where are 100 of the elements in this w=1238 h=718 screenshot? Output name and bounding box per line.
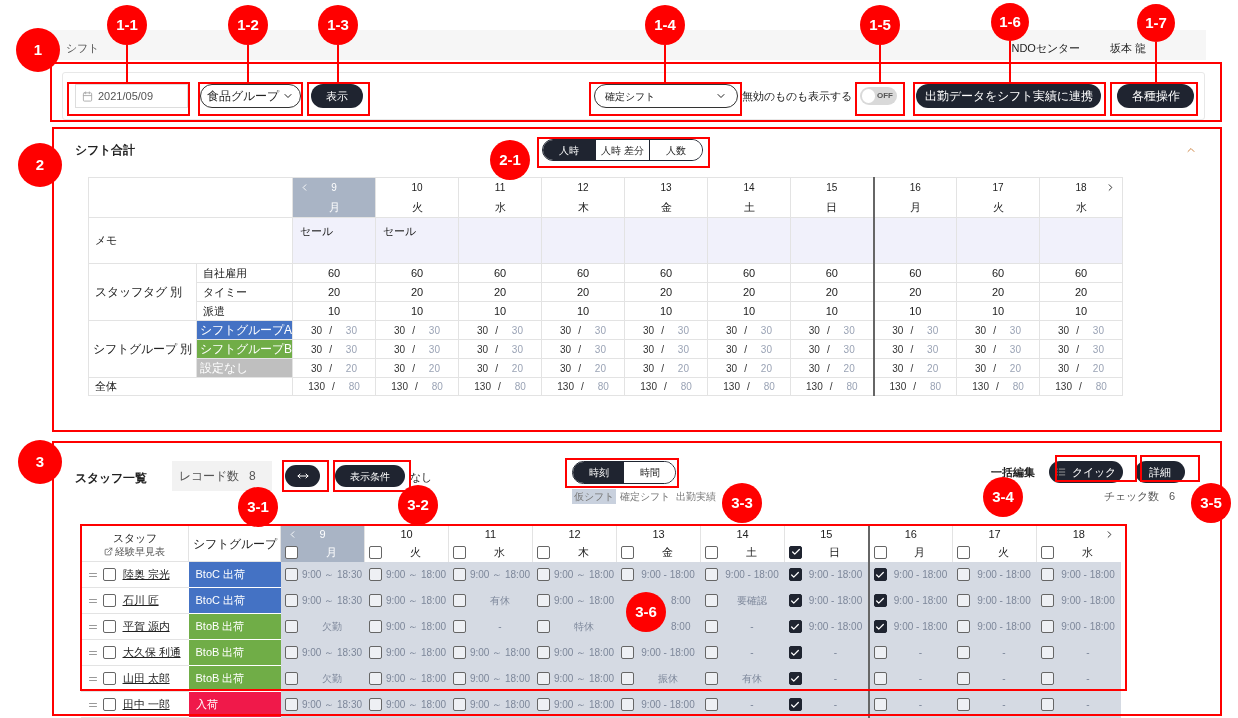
- checkbox[interactable]: [284, 698, 298, 711]
- checkbox[interactable]: [453, 545, 466, 559]
- checkbox[interactable]: [285, 545, 298, 559]
- checkbox[interactable]: [621, 545, 634, 559]
- checkbox[interactable]: [956, 672, 970, 685]
- table-cell-text: 30 / 30: [559, 342, 607, 357]
- checkbox[interactable]: [452, 646, 466, 659]
- checkbox[interactable]: [873, 545, 887, 559]
- checkbox[interactable]: [536, 568, 550, 581]
- checkbox[interactable]: [452, 698, 466, 711]
- day-header: 14: [707, 177, 791, 197]
- checkbox[interactable]: [284, 646, 298, 659]
- checkbox[interactable]: [452, 594, 466, 607]
- checkbox[interactable]: [789, 545, 802, 559]
- filter-button[interactable]: 表示条件: [335, 465, 405, 487]
- checkbox[interactable]: [956, 568, 970, 581]
- actions-button[interactable]: 各種操作: [1117, 84, 1194, 108]
- checkbox[interactable]: [284, 672, 298, 685]
- memo-cell[interactable]: セール: [292, 217, 376, 264]
- checkbox[interactable]: [620, 568, 634, 581]
- reference-link[interactable]: 経験早見表: [104, 546, 165, 558]
- checkbox[interactable]: [1040, 672, 1054, 685]
- checkbox[interactable]: [536, 646, 550, 659]
- checkbox[interactable]: [704, 646, 718, 659]
- column-width-button[interactable]: [285, 465, 320, 487]
- checkbox[interactable]: [452, 672, 466, 685]
- staff-name-link[interactable]: 陸奥 宗光: [122, 566, 170, 583]
- checkbox[interactable]: [102, 568, 116, 581]
- checkbox[interactable]: [620, 698, 634, 711]
- checkbox[interactable]: [536, 672, 550, 685]
- staff-name-link[interactable]: 山田 太郎: [122, 670, 170, 687]
- checkbox[interactable]: [873, 646, 887, 659]
- checkbox[interactable]: [788, 698, 802, 711]
- page-title: シフト: [66, 40, 99, 56]
- checkbox[interactable]: [368, 568, 382, 581]
- staff-name-link[interactable]: 石川 匠: [122, 592, 159, 609]
- checkbox[interactable]: [368, 646, 382, 659]
- checkbox[interactable]: [704, 568, 718, 581]
- checkbox[interactable]: [102, 646, 116, 659]
- checkbox[interactable]: [1040, 698, 1054, 711]
- checkbox[interactable]: [956, 646, 970, 659]
- checkbox[interactable]: [368, 672, 382, 685]
- staff-name-link[interactable]: 大久保 利通: [122, 644, 181, 661]
- checkbox[interactable]: [705, 545, 718, 559]
- sync-button[interactable]: 出勤データをシフト実績に連携: [916, 84, 1101, 108]
- checkbox[interactable]: [788, 620, 802, 633]
- checkbox[interactable]: [452, 568, 466, 581]
- checkbox[interactable]: [1040, 620, 1054, 633]
- view-mode-tab[interactable]: 時刻: [573, 462, 624, 483]
- row-label: 全体: [95, 380, 117, 393]
- checkbox[interactable]: [452, 620, 466, 633]
- checkbox[interactable]: [704, 672, 718, 685]
- checkbox[interactable]: [788, 594, 802, 607]
- checkbox[interactable]: [368, 594, 382, 607]
- checkbox[interactable]: [873, 594, 887, 607]
- checkbox[interactable]: [788, 646, 802, 659]
- staff-name-link[interactable]: 田中 一郎: [122, 696, 170, 713]
- checkbox[interactable]: [788, 672, 802, 685]
- checkbox[interactable]: [368, 698, 382, 711]
- checkbox[interactable]: [536, 698, 550, 711]
- checkbox[interactable]: [102, 698, 116, 711]
- checkbox[interactable]: [956, 698, 970, 711]
- checkbox[interactable]: [1040, 594, 1054, 607]
- checkbox[interactable]: [620, 646, 634, 659]
- checkbox[interactable]: [1041, 545, 1054, 559]
- checkbox[interactable]: [704, 698, 718, 711]
- checkbox[interactable]: [1040, 646, 1054, 659]
- checkbox[interactable]: [102, 620, 116, 633]
- checkbox[interactable]: [284, 568, 298, 581]
- shift-cell[interactable]: 8:00: [671, 593, 691, 608]
- checkbox[interactable]: [537, 545, 550, 559]
- checkbox[interactable]: [704, 594, 718, 607]
- checkbox[interactable]: [369, 545, 382, 559]
- checkbox[interactable]: [956, 594, 970, 607]
- checkbox[interactable]: [284, 594, 298, 607]
- show-button[interactable]: 表示: [311, 84, 363, 108]
- checkbox[interactable]: [284, 620, 298, 633]
- shift-cell[interactable]: 8:00: [671, 619, 691, 634]
- checkbox[interactable]: [536, 594, 550, 607]
- staff-name-link[interactable]: 平賀 源内: [122, 618, 170, 635]
- checkbox[interactable]: [957, 545, 970, 559]
- checkbox[interactable]: [368, 620, 382, 633]
- checkbox[interactable]: [873, 620, 887, 633]
- checkbox[interactable]: [1040, 568, 1054, 581]
- toggle-switch[interactable]: OFF: [860, 87, 897, 105]
- checkbox[interactable]: [788, 568, 802, 581]
- checkbox[interactable]: [102, 672, 116, 685]
- checkbox[interactable]: [102, 594, 116, 607]
- checkbox[interactable]: [536, 620, 550, 633]
- memo-cell[interactable]: セール: [375, 217, 459, 264]
- mode-tab[interactable]: 人数: [648, 140, 702, 160]
- checkbox[interactable]: [873, 568, 887, 581]
- checkbox[interactable]: [956, 620, 970, 633]
- checkbox[interactable]: [620, 672, 634, 685]
- checkbox[interactable]: [873, 698, 887, 711]
- memo-cell[interactable]: [873, 217, 957, 264]
- date-field[interactable]: 2021/05/09: [75, 84, 188, 108]
- checkbox[interactable]: [704, 620, 718, 633]
- mode-tab[interactable]: 人時: [543, 140, 596, 160]
- checkbox[interactable]: [873, 672, 887, 685]
